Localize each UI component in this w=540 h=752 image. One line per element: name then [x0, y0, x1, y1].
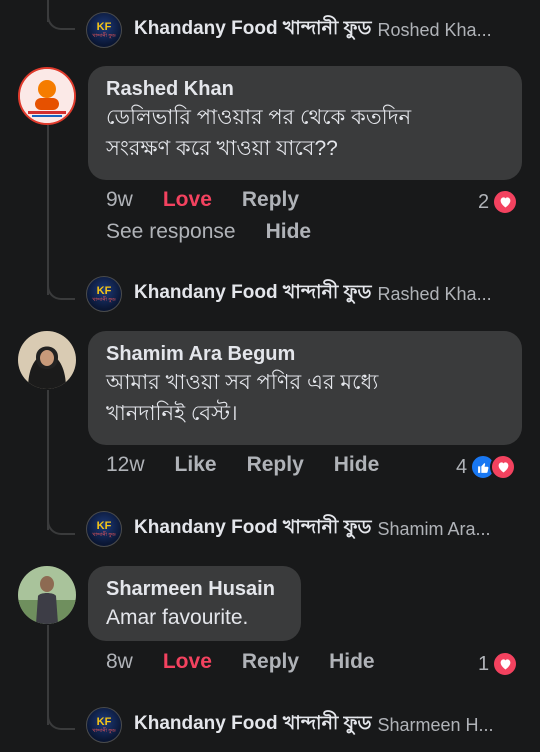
page-avatar[interactable]: KF খান্দানী ফুড	[86, 276, 122, 312]
page-logo-letters: KF	[96, 519, 112, 532]
profile-photo	[18, 566, 76, 624]
page-name[interactable]: Khandany Food খান্দানী ফুড	[134, 14, 372, 46]
heart-icon	[490, 454, 517, 480]
comment-bubble: Shamim Ara Begum আমার খাওয়া সব পণির এর …	[88, 331, 522, 445]
profile-photo	[18, 331, 76, 389]
comment-bubble: Rashed Khan ডেলিভারি পাওয়ার পর থেকে কতদ…	[88, 66, 522, 180]
reaction-count: 2	[478, 190, 490, 213]
comment-text: আমার খাওয়া সব পণির এর মধ্যে	[106, 371, 379, 394]
like-button[interactable]: Like	[175, 453, 217, 477]
thread-connector	[47, 710, 75, 730]
see-response-link[interactable]: See response	[106, 220, 236, 244]
page-reply-row[interactable]: KF খান্দানী ফুড Khandany Food খান্দানী ফ…	[86, 10, 492, 50]
avatar[interactable]	[18, 331, 76, 389]
profile-photo	[20, 69, 74, 123]
page-reply-row[interactable]: KF খান্দানী ফুড Khandany Food খান্দানী ফ…	[86, 509, 491, 549]
comment-bubble: Sharmeen Husain Amar favourite.	[88, 566, 301, 641]
reply-preview: Sharmeen H...	[377, 714, 494, 735]
heart-icon	[492, 651, 519, 677]
comment-time[interactable]: 12w	[106, 453, 145, 477]
reply-preview: Rashed Kha...	[377, 283, 492, 304]
comment-actions: 8w Love Reply Hide	[106, 650, 405, 674]
love-button[interactable]: Love	[163, 188, 212, 212]
thread-connector	[47, 280, 75, 300]
love-button[interactable]: Love	[163, 650, 212, 674]
thread-line	[47, 125, 49, 295]
comment-author[interactable]: Shamim Ara Begum	[106, 341, 504, 367]
hide-button[interactable]: Hide	[334, 453, 380, 477]
hide-button[interactable]: Hide	[329, 650, 375, 674]
avatar[interactable]	[18, 566, 76, 624]
comment-author[interactable]: Rashed Khan	[106, 76, 504, 102]
reaction-summary[interactable]: 1	[478, 651, 519, 677]
hide-button[interactable]: Hide	[266, 220, 312, 244]
reaction-count: 1	[478, 652, 490, 675]
reaction-summary[interactable]: 2	[478, 189, 519, 215]
comment-author[interactable]: Sharmeen Husain	[106, 576, 283, 602]
page-logo-sub: খান্দানী ফুড	[92, 296, 116, 303]
thread-connector	[47, 10, 75, 30]
reply-button[interactable]: Reply	[242, 650, 299, 674]
comment-time[interactable]: 8w	[106, 650, 133, 674]
comment-sub-actions: See response Hide	[106, 220, 341, 244]
page-name[interactable]: Khandany Food খান্দানী ফুড	[134, 278, 372, 310]
page-logo-sub: খান্দানী ফুড	[92, 531, 116, 538]
comment-text: সংরক্ষণ করে খাওয়া যাবে??	[106, 137, 338, 160]
reply-preview: Shamim Ara...	[377, 518, 491, 539]
page-logo-sub: খান্দানী ফুড	[92, 32, 116, 39]
page-reply-row[interactable]: KF খান্দানী ফুড Khandany Food খান্দানী ফ…	[86, 274, 492, 314]
comment-text: খানদানিই বেস্ট।	[106, 402, 238, 425]
page-avatar[interactable]: KF খান্দানী ফুড	[86, 12, 122, 48]
reply-preview: Roshed Kha...	[377, 19, 492, 40]
reply-button[interactable]: Reply	[242, 188, 299, 212]
comment-text: ডেলিভারি পাওয়ার পর থেকে কতদিন	[106, 106, 412, 129]
thread-line	[47, 390, 49, 530]
comment-actions: 12w Like Reply Hide	[106, 453, 409, 477]
page-reply-row[interactable]: KF খান্দানী ফুড Khandany Food খান্দানী ফ…	[86, 705, 494, 745]
thread-connector	[47, 515, 75, 535]
reaction-summary[interactable]: 4	[456, 454, 517, 480]
page-avatar[interactable]: KF খান্দানী ফুড	[86, 707, 122, 743]
page-name[interactable]: Khandany Food খান্দানী ফুড	[134, 709, 372, 741]
page-avatar[interactable]: KF খান্দানী ফুড	[86, 511, 122, 547]
avatar[interactable]	[18, 67, 76, 125]
heart-icon	[492, 189, 519, 215]
comment-time[interactable]: 9w	[106, 188, 133, 212]
comment-text: Amar favourite.	[106, 606, 249, 629]
page-name[interactable]: Khandany Food খান্দানী ফুড	[134, 513, 372, 545]
reply-button[interactable]: Reply	[247, 453, 304, 477]
page-logo-letters: KF	[96, 20, 112, 33]
reaction-count: 4	[456, 455, 468, 478]
page-logo-letters: KF	[96, 284, 112, 297]
comment-actions: 9w Love Reply	[106, 188, 329, 212]
page-logo-letters: KF	[96, 715, 112, 728]
page-logo-sub: খান্দানী ফুড	[92, 727, 116, 734]
